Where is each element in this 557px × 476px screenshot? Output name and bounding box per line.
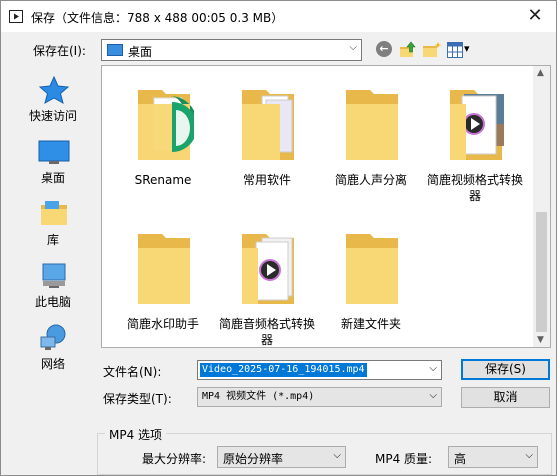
scroll-up-icon[interactable]: ▲	[537, 68, 544, 78]
place-network[interactable]: 网络	[7, 317, 99, 377]
place-label: 此电脑	[34, 295, 71, 309]
folder-audio-icon	[242, 234, 294, 304]
folder-name: SRename	[134, 173, 192, 187]
folder-item[interactable]: 新建文件夹	[318, 216, 424, 346]
desktop-icon	[38, 140, 70, 164]
folder-video-icon	[450, 90, 504, 160]
up-folder-button[interactable]	[399, 41, 417, 59]
folder-name: 简鹿音频格式转换器	[218, 317, 315, 347]
folder-name: 简鹿水印助手	[126, 317, 199, 331]
place-quick-access[interactable]: 快速访问	[7, 69, 99, 129]
library-icon	[41, 201, 67, 225]
chevron-down-icon: ⌵	[525, 450, 533, 461]
resolution-label: 最大分辨率:	[142, 452, 207, 466]
folder-item[interactable]: SRename	[110, 72, 216, 202]
scroll-thumb[interactable]	[536, 212, 547, 332]
folder-name: 新建文件夹	[340, 317, 401, 331]
save-in-value: 桌面	[128, 45, 153, 59]
view-grid-icon	[447, 42, 463, 58]
title-bar: 保存（文件信息：788 x 488 00:05 0.3 MB） ✕	[1, 1, 556, 32]
folder-item[interactable]: 简鹿人声分离	[318, 72, 424, 202]
back-button[interactable]: ←	[376, 41, 394, 59]
resolution-value: 原始分辨率	[223, 452, 284, 466]
filename-input[interactable]: Video_2025-07-16_194015.mp4 ⌵	[197, 360, 442, 380]
filename-label: 文件名(N):	[103, 365, 162, 379]
cancel-button[interactable]: 取消	[461, 387, 550, 408]
desktop-icon	[107, 44, 123, 56]
star-icon	[38, 75, 70, 105]
chevron-down-icon: ⌵	[429, 390, 437, 401]
folder-item[interactable]: 简鹿水印助手	[110, 216, 216, 346]
folder-item[interactable]: 简鹿视频格式转换器	[422, 72, 528, 203]
filename-value: Video_2025-07-16_194015.mp4	[200, 363, 367, 377]
new-folder-icon	[423, 42, 442, 57]
save-button[interactable]: 保存(S)	[461, 359, 550, 380]
quality-dropdown[interactable]: 高 ⌵	[448, 446, 538, 468]
places-bar: 快速访问 桌面 库 此电脑 网络	[7, 65, 99, 371]
folder-icon	[138, 234, 190, 304]
folder-icon	[346, 90, 398, 160]
folder-docs-icon	[242, 90, 294, 160]
filetype-label: 保存类型(T):	[103, 392, 172, 406]
place-label: 库	[46, 233, 59, 247]
view-menu-button[interactable]: ▾	[447, 41, 475, 59]
resolution-dropdown[interactable]: 原始分辨率 ⌵	[217, 446, 346, 468]
place-this-pc[interactable]: 此电脑	[7, 255, 99, 315]
file-list[interactable]: SRename 常用软件 简鹿人声分离 简鹿视频格式转换器 简鹿水印助手 简鹿音…	[101, 65, 551, 348]
close-icon: ✕	[527, 5, 543, 26]
back-arrow-icon: ←	[376, 41, 392, 57]
folder-item[interactable]: 常用软件	[214, 72, 320, 202]
filetype-value: MP4 视频文件 (*.mp4)	[202, 391, 315, 402]
up-folder-icon	[400, 41, 416, 57]
window-title: 保存（文件信息：788 x 488 00:05 0.3 MB）	[31, 11, 284, 25]
folder-green-icon	[138, 90, 194, 160]
place-label: 快速访问	[28, 109, 77, 123]
chevron-down-icon: ⌵	[349, 42, 357, 53]
chevron-down-icon: ⌵	[333, 450, 341, 461]
quality-label: MP4 质量:	[375, 452, 433, 466]
folder-name: 常用软件	[242, 173, 291, 187]
folder-name: 简鹿视频格式转换器	[426, 173, 523, 203]
computer-icon	[42, 263, 66, 288]
folder-item[interactable]: 简鹿音频格式转换器	[214, 216, 320, 347]
new-folder-button[interactable]	[422, 41, 442, 59]
close-button[interactable]: ✕	[520, 3, 550, 29]
place-desktop[interactable]: 桌面	[7, 131, 99, 191]
folder-icon	[346, 234, 398, 304]
app-icon	[9, 10, 23, 23]
scroll-down-icon[interactable]: ▼	[537, 335, 544, 345]
save-dialog: 保存（文件信息：788 x 488 00:05 0.3 MB） ✕ 保存在(I)…	[0, 0, 557, 476]
place-label: 桌面	[40, 171, 65, 185]
quality-value: 高	[454, 452, 467, 466]
mp4-options-title: MP4 选项	[105, 426, 167, 443]
chevron-down-icon[interactable]: ⌵	[429, 363, 437, 374]
place-label: 网络	[40, 357, 65, 371]
filetype-dropdown[interactable]: MP4 视频文件 (*.mp4) ⌵	[197, 387, 442, 407]
save-in-dropdown[interactable]: 桌面 ⌵	[101, 39, 362, 61]
network-icon	[40, 324, 66, 350]
save-in-label: 保存在(I):	[33, 44, 86, 58]
folder-name: 简鹿人声分离	[334, 173, 407, 187]
vertical-scrollbar[interactable]: ▲ ▼	[533, 66, 550, 347]
place-library[interactable]: 库	[7, 193, 99, 253]
chevron-down-icon: ▾	[464, 42, 470, 55]
